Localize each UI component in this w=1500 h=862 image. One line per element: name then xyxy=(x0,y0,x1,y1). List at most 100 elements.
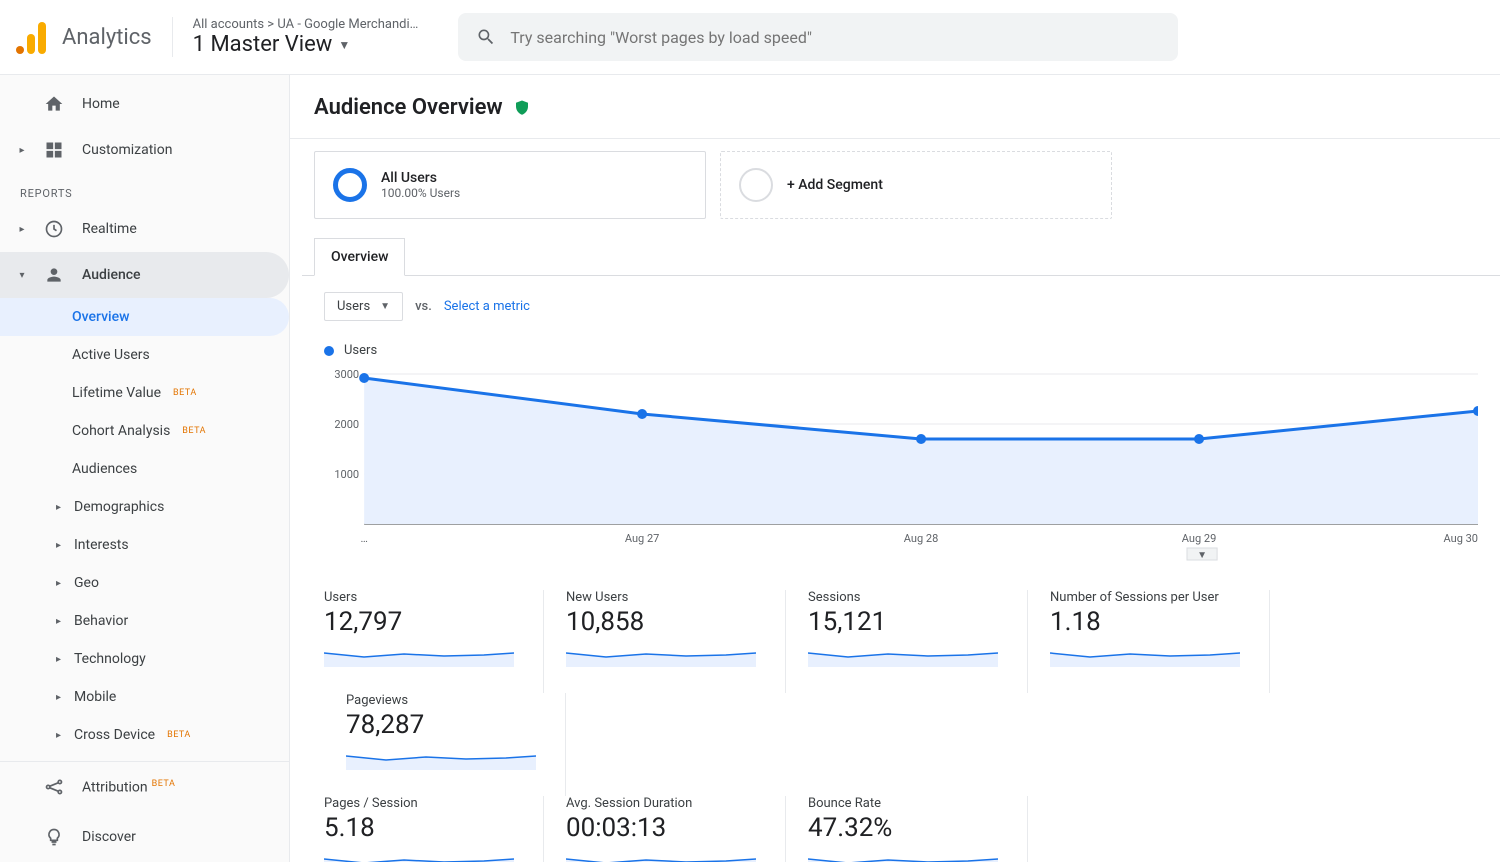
sparkline xyxy=(1050,645,1240,667)
subnav-audiences[interactable]: Audiences xyxy=(72,450,289,488)
audience-subnav: Overview Active Users Lifetime ValueBETA… xyxy=(0,298,289,792)
tab-overview[interactable]: Overview xyxy=(314,238,405,276)
segment-circle-icon xyxy=(739,168,773,202)
users-line-chart: 3000 2000 1000 … Aug 27 Aug 28 Aug 29 Au… xyxy=(302,364,1500,564)
subnav-active-users[interactable]: Active Users xyxy=(72,336,289,374)
scorecard-value: 10,858 xyxy=(566,607,763,637)
subnav-lifetime-value[interactable]: Lifetime ValueBETA xyxy=(72,374,289,412)
page-title: Audience Overview xyxy=(314,95,503,120)
clock-icon xyxy=(44,219,64,239)
scorecard-label: Pages / Session xyxy=(324,796,521,811)
sidebar-item-customization[interactable]: ▸ Customization xyxy=(0,127,289,173)
scorecard[interactable]: Pageviews 78,287 xyxy=(346,693,566,796)
breadcrumb-line2: 1 Master View xyxy=(193,32,333,57)
scorecard[interactable]: Avg. Session Duration00:03:13 xyxy=(566,796,786,862)
segment-circle-icon xyxy=(333,168,367,202)
sidebar-item-label: Realtime xyxy=(82,221,137,237)
vs-label: vs. xyxy=(415,299,432,314)
sidebar-item-home[interactable]: Home xyxy=(0,81,289,127)
search-input[interactable] xyxy=(510,28,1160,47)
sidebar-footer: AttributionBETA Discover xyxy=(0,761,289,862)
scorecard-label: Bounce Rate xyxy=(808,796,1005,811)
scorecard-label: New Users xyxy=(566,590,763,605)
segment-all-users[interactable]: All Users 100.00% Users xyxy=(314,151,706,219)
sparkline xyxy=(566,645,756,667)
scorecards-row: Users 12,797 New Users 10,858 Sessions 15,121… xyxy=(302,564,1500,862)
segment-subtitle: 100.00% Users xyxy=(381,186,460,200)
sidebar-section-reports: REPORTS xyxy=(0,173,289,206)
scorecard-value: 1.18 xyxy=(1050,607,1247,637)
home-icon xyxy=(44,94,64,114)
scorecard-label: Sessions xyxy=(808,590,1005,605)
scorecard-value: 12,797 xyxy=(324,607,521,637)
sidebar-item-label: Customization xyxy=(82,142,172,158)
sidebar-item-label: Attribution xyxy=(82,779,148,795)
chevron-down-icon: ▼ xyxy=(380,301,390,312)
sidebar-item-realtime[interactable]: ▸ Realtime xyxy=(0,206,289,252)
svg-text:2000: 2000 xyxy=(334,418,359,431)
scorecard[interactable]: Sessions 15,121 xyxy=(808,590,1028,693)
scorecard[interactable]: Users 12,797 xyxy=(324,590,544,693)
scorecard-value: 78,287 xyxy=(346,710,543,740)
main-content: Audience Overview All Users 100.00% User… xyxy=(290,75,1500,862)
svg-text:Aug 28: Aug 28 xyxy=(904,532,939,545)
search-bar[interactable] xyxy=(458,13,1178,61)
sidebar-item-attribution[interactable]: AttributionBETA xyxy=(0,762,289,812)
report-tabs: Overview xyxy=(302,237,1500,276)
add-segment-label: + Add Segment xyxy=(787,177,883,193)
scorecard[interactable]: Bounce Rate 47.32% xyxy=(808,796,1028,862)
sparkline xyxy=(324,645,514,667)
sparkline xyxy=(808,851,998,862)
attribution-icon xyxy=(44,777,64,797)
sidebar-item-discover[interactable]: Discover xyxy=(0,812,289,862)
sparkline xyxy=(808,645,998,667)
svg-text:…: … xyxy=(360,532,367,545)
breadcrumb-line1: All accounts > UA - Google Merchandi… xyxy=(193,17,419,32)
subnav-behavior[interactable]: ▸Behavior xyxy=(72,602,289,640)
svg-text:Aug 29: Aug 29 xyxy=(1182,532,1217,545)
scorecard[interactable]: New Users 10,858 xyxy=(566,590,786,693)
scorecard-value: 47.32% xyxy=(808,813,1005,843)
svg-text:1000: 1000 xyxy=(334,468,359,481)
svg-text:3000: 3000 xyxy=(334,368,359,381)
subnav-cohort-analysis[interactable]: Cohort AnalysisBETA xyxy=(72,412,289,450)
scorecard[interactable]: Pages / Session 5.18 xyxy=(324,796,544,862)
scorecard[interactable]: Number of Sessions per User 1.18 xyxy=(1050,590,1270,693)
subnav-demographics[interactable]: ▸Demographics xyxy=(72,488,289,526)
sidebar-item-label: Home xyxy=(82,96,120,112)
sidebar-item-audience[interactable]: ▾ Audience xyxy=(0,252,289,298)
bulb-icon xyxy=(44,827,64,847)
scorecard-value: 5.18 xyxy=(324,813,521,843)
ga-logo[interactable]: Analytics xyxy=(16,20,152,54)
verified-icon xyxy=(513,99,531,117)
svg-text:Aug 30: Aug 30 xyxy=(1443,532,1478,545)
legend-dot-icon xyxy=(324,346,334,356)
svg-text:▼: ▼ xyxy=(1197,550,1207,561)
scorecard-label: Users xyxy=(324,590,521,605)
grid-icon xyxy=(44,140,64,160)
primary-metric-dropdown[interactable]: Users ▼ xyxy=(324,292,403,321)
select-secondary-metric[interactable]: Select a metric xyxy=(444,299,530,314)
subnav-technology[interactable]: ▸Technology xyxy=(72,640,289,678)
person-icon xyxy=(44,265,64,285)
subnav-overview[interactable]: Overview xyxy=(0,298,289,336)
account-picker[interactable]: All accounts > UA - Google Merchandi… 1 … xyxy=(172,17,419,57)
segment-title: All Users xyxy=(381,170,460,186)
subnav-interests[interactable]: ▸Interests xyxy=(72,526,289,564)
ga-logo-icon xyxy=(16,20,50,54)
sparkline xyxy=(324,851,514,862)
legend-series-label: Users xyxy=(344,343,377,358)
add-segment-button[interactable]: + Add Segment xyxy=(720,151,1112,219)
subnav-cross-device[interactable]: ▸Cross DeviceBETA xyxy=(72,716,289,754)
sparkline xyxy=(346,748,536,770)
primary-metric-label: Users xyxy=(337,299,370,314)
subnav-geo[interactable]: ▸Geo xyxy=(72,564,289,602)
sidebar-item-label: Discover xyxy=(82,829,136,845)
sidebar: Home ▸ Customization REPORTS ▸ Realtime … xyxy=(0,75,290,862)
subnav-mobile[interactable]: ▸Mobile xyxy=(72,678,289,716)
scorecard-label: Pageviews xyxy=(346,693,543,708)
scorecard-value: 15,121 xyxy=(808,607,1005,637)
search-icon xyxy=(476,27,496,47)
scorecard-label: Number of Sessions per User xyxy=(1050,590,1247,605)
sidebar-item-label: Audience xyxy=(82,267,141,283)
